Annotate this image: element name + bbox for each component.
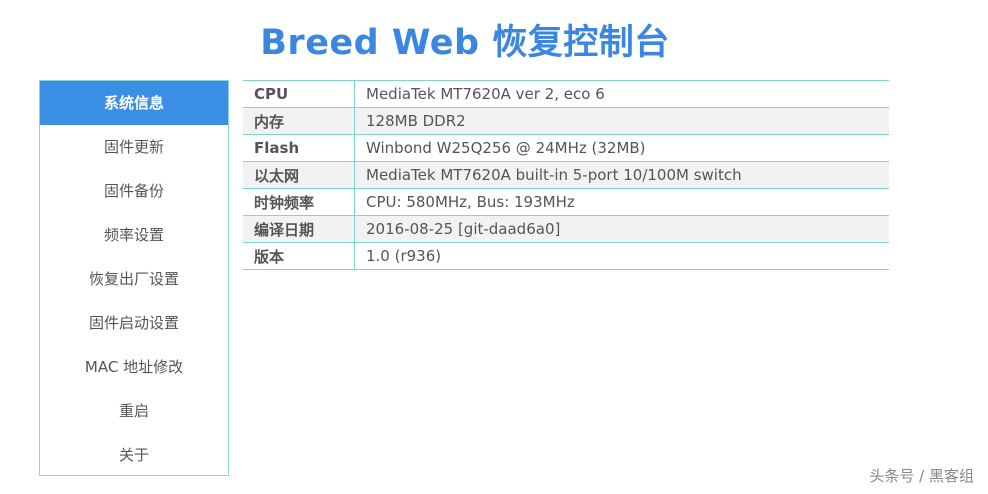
watermark: 头条号 / 黑客组 bbox=[869, 467, 974, 485]
row-value: Winbond W25Q256 @ 24MHz (32MB) bbox=[354, 134, 889, 162]
table-row: 内存 128MB DDR2 bbox=[243, 107, 889, 135]
row-key: 版本 bbox=[243, 242, 355, 270]
page-title: Breed Web 恢复控制台 bbox=[260, 23, 670, 63]
row-key: 以太网 bbox=[243, 161, 355, 189]
row-value: 2016-08-25 [git-daad6a0] bbox=[354, 215, 889, 243]
row-value: CPU: 580MHz, Bus: 193MHz bbox=[354, 188, 889, 216]
row-value: 128MB DDR2 bbox=[354, 107, 889, 135]
sidebar-item-about[interactable]: 关于 bbox=[40, 433, 228, 477]
row-key: CPU bbox=[243, 80, 355, 108]
table-row: 编译日期 2016-08-25 [git-daad6a0] bbox=[243, 215, 889, 243]
sidebar-item-firmware-update[interactable]: 固件更新 bbox=[40, 125, 228, 169]
sidebar-item-firmware-backup[interactable]: 固件备份 bbox=[40, 169, 228, 213]
sidebar-item-mac-address[interactable]: MAC 地址修改 bbox=[40, 345, 228, 389]
sidebar-item-frequency-settings[interactable]: 频率设置 bbox=[40, 213, 228, 257]
row-key: 编译日期 bbox=[243, 215, 355, 243]
table-row: 时钟频率 CPU: 580MHz, Bus: 193MHz bbox=[243, 188, 889, 216]
table-row: Flash Winbond W25Q256 @ 24MHz (32MB) bbox=[243, 134, 889, 162]
row-value: 1.0 (r936) bbox=[354, 242, 889, 270]
page: Breed Web 恢复控制台 系统信息 固件更新 固件备份 频率设置 恢复出厂… bbox=[0, 0, 988, 494]
table-row: 版本 1.0 (r936) bbox=[243, 242, 889, 270]
sidebar: 系统信息 固件更新 固件备份 频率设置 恢复出厂设置 固件启动设置 MAC 地址… bbox=[39, 80, 229, 476]
system-info-table: CPU MediaTek MT7620A ver 2, eco 6 内存 128… bbox=[243, 80, 889, 270]
table-row: CPU MediaTek MT7620A ver 2, eco 6 bbox=[243, 80, 889, 108]
row-key: Flash bbox=[243, 134, 355, 162]
sidebar-item-reboot[interactable]: 重启 bbox=[40, 389, 228, 433]
row-key: 时钟频率 bbox=[243, 188, 355, 216]
sidebar-item-boot-settings[interactable]: 固件启动设置 bbox=[40, 301, 228, 345]
sidebar-item-factory-reset[interactable]: 恢复出厂设置 bbox=[40, 257, 228, 301]
sidebar-item-system-info[interactable]: 系统信息 bbox=[40, 81, 228, 125]
row-value: MediaTek MT7620A ver 2, eco 6 bbox=[354, 80, 889, 108]
table-row: 以太网 MediaTek MT7620A built-in 5-port 10/… bbox=[243, 161, 889, 189]
row-key: 内存 bbox=[243, 107, 355, 135]
row-value: MediaTek MT7620A built-in 5-port 10/100M… bbox=[354, 161, 889, 189]
